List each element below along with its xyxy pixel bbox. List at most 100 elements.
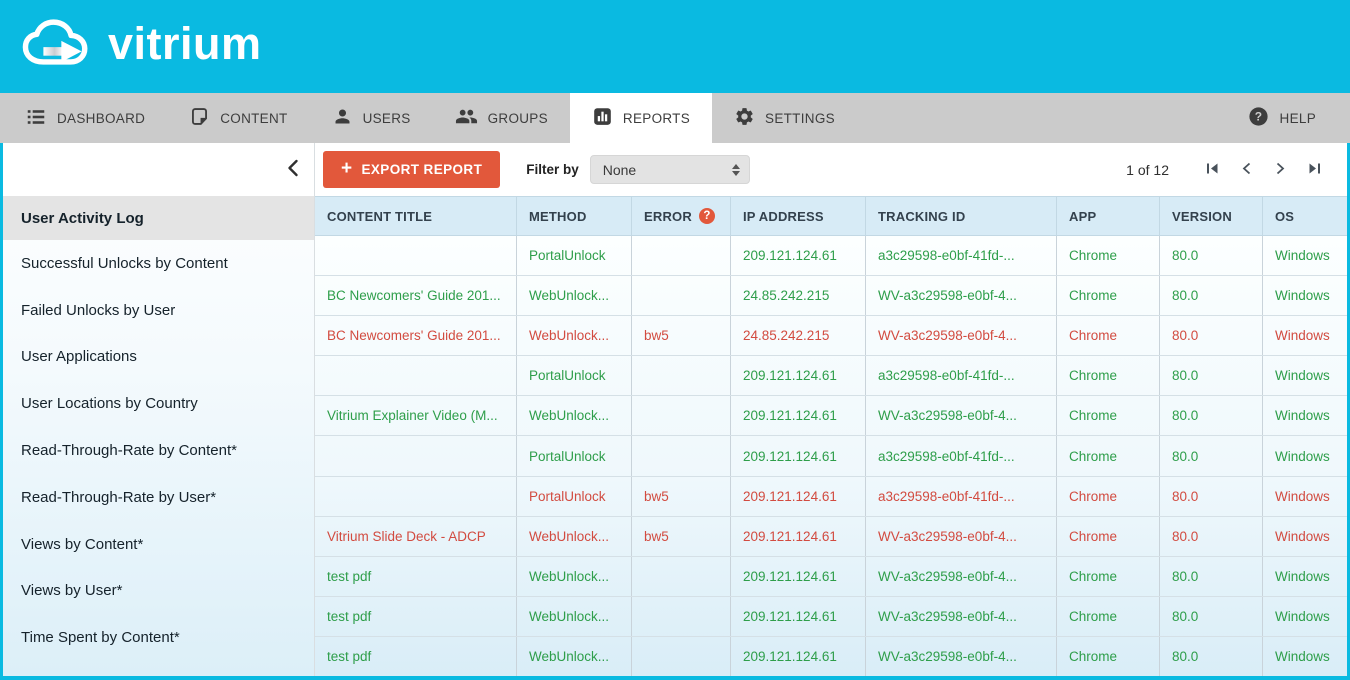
cell-os: Windows: [1275, 528, 1330, 544]
table-row[interactable]: test pdf WebUnlock... 209.121.124.61 WV-a3c…: [315, 636, 1347, 677]
cell-error: [632, 436, 731, 476]
app-window: vitrium DASHBOARD CONTENT USERS GROUPS R…: [0, 0, 1350, 680]
next-page-button[interactable]: [1263, 155, 1297, 185]
table-row[interactable]: test pdf WebUnlock... 209.121.124.61 WV-a3c…: [315, 556, 1347, 597]
cell-content-title: test pdf: [315, 596, 517, 636]
nav-tab-content[interactable]: CONTENT: [167, 93, 309, 143]
table-row[interactable]: PortalUnlock 209.121.124.61 a3c29598-e0bf-…: [315, 356, 1347, 397]
cell-tracking-id: WV-a3c29598-e0bf-4...: [866, 316, 1057, 356]
cloud-arrow-logo-icon: [20, 17, 98, 76]
table-row[interactable]: PortalUnlock 209.121.124.61 a3c29598-e0bf-…: [315, 236, 1347, 277]
cell-version: 80.0: [1160, 636, 1263, 677]
cell-method: PortalUnlock: [517, 476, 632, 516]
cell-app: Chrome: [1057, 236, 1160, 276]
cell-os: Windows: [1275, 568, 1330, 584]
report-main: + EXPORT REPORT Filter by None 1 of 12 C…: [315, 143, 1347, 677]
cell-app: Chrome: [1057, 476, 1160, 516]
cell-app: Chrome: [1057, 636, 1160, 677]
table-row[interactable]: BC Newcomers' Guide 201... WebUnlock... bw…: [315, 316, 1347, 357]
sidebar-item[interactable]: User Applications: [3, 334, 314, 381]
table-row[interactable]: BC Newcomers' Guide 201... WebUnlock... 24…: [315, 276, 1347, 317]
bar-chart-icon: [592, 106, 613, 130]
cell-error: [632, 276, 731, 316]
cell-os: Windows: [1275, 288, 1330, 304]
nav-help[interactable]: ? HELP: [1225, 93, 1338, 143]
previous-page-button[interactable]: [1229, 155, 1263, 185]
nav-tab-dashboard[interactable]: DASHBOARD: [3, 93, 167, 143]
plus-icon: +: [341, 158, 353, 179]
nav-label: GROUPS: [487, 110, 548, 126]
sidebar-item[interactable]: Time Spent by Content*: [3, 614, 314, 661]
cell-content-title: BC Newcomers' Guide 201...: [315, 276, 517, 316]
last-page-button[interactable]: [1297, 155, 1331, 185]
cell-content-title: Vitrium Explainer Video (M...: [315, 396, 517, 436]
cell-tracking-id: a3c29598-e0bf-41fd-...: [866, 236, 1057, 276]
user-icon: [332, 106, 353, 130]
cell-app: Chrome: [1057, 396, 1160, 436]
last-page-icon: [1307, 161, 1322, 179]
nav-tab-settings[interactable]: SETTINGS: [712, 93, 857, 143]
sidebar-item[interactable]: Views by Content*: [3, 521, 314, 568]
nav-tab-groups[interactable]: GROUPS: [433, 93, 570, 143]
sidebar-header: [3, 143, 314, 196]
cell-tracking-id: a3c29598-e0bf-41fd-...: [866, 356, 1057, 396]
sidebar-item[interactable]: User Activity Log: [3, 196, 314, 240]
logo-text: vitrium: [108, 18, 262, 69]
export-report-button[interactable]: + EXPORT REPORT: [323, 151, 501, 188]
filter-select[interactable]: None: [589, 155, 750, 184]
cell-ip-address: 209.121.124.61: [731, 516, 866, 556]
cell-ip-address: 209.121.124.61: [731, 596, 866, 636]
cell-error: [632, 556, 731, 596]
cell-error: bw5: [632, 476, 731, 516]
first-page-button[interactable]: [1195, 155, 1229, 185]
nav-label: CONTENT: [220, 110, 288, 126]
sidebar-item[interactable]: Failed Unlocks by User: [3, 287, 314, 334]
column-header-method: METHOD: [517, 197, 632, 235]
sidebar-item[interactable]: Successful Unlocks by Content: [3, 240, 314, 287]
first-page-icon: [1205, 161, 1220, 179]
svg-text:?: ?: [1254, 110, 1262, 124]
cell-os: Windows: [1275, 488, 1330, 504]
table-row[interactable]: Vitrium Explainer Video (M... WebUnlock..…: [315, 396, 1347, 437]
cell-os: Windows: [1275, 408, 1330, 424]
cell-method: WebUnlock...: [517, 556, 632, 596]
nav-label: SETTINGS: [765, 110, 835, 126]
cell-version: 80.0: [1160, 276, 1263, 316]
cell-content-title: BC Newcomers' Guide 201...: [315, 316, 517, 356]
cell-content-title: [315, 236, 517, 276]
error-help-icon[interactable]: ?: [698, 208, 715, 224]
cell-method: WebUnlock...: [517, 516, 632, 556]
cell-version: 80.0: [1160, 236, 1263, 276]
table-row[interactable]: PortalUnlock bw5 209.121.124.61 a3c29598-e0…: [315, 476, 1347, 517]
cell-ip-address: 209.121.124.61: [731, 636, 866, 677]
cell-os: Windows: [1275, 368, 1330, 384]
column-header-error: ERROR ?: [632, 197, 731, 235]
nav-tab-users[interactable]: USERS: [310, 93, 433, 143]
cell-app: Chrome: [1057, 276, 1160, 316]
cell-content-title: test pdf: [315, 636, 517, 677]
column-header-content-title: CONTENT TITLE: [315, 197, 517, 235]
sidebar-item[interactable]: Views by User*: [3, 568, 314, 615]
reports-sidebar: User Activity Log Successful Unlocks by C…: [3, 143, 315, 676]
cell-method: WebUnlock...: [517, 396, 632, 436]
table-row[interactable]: test pdf WebUnlock... 209.121.124.61 WV-a3c…: [315, 596, 1347, 637]
cell-version: 80.0: [1160, 476, 1263, 516]
column-header-ip-address: IP ADDRESS: [731, 197, 866, 235]
cell-version: 80.0: [1160, 596, 1263, 636]
nav-tab-reports[interactable]: REPORTS: [569, 93, 713, 143]
vitrium-logo[interactable]: vitrium: [20, 17, 262, 76]
cell-error: bw5: [632, 316, 731, 356]
cell-method: PortalUnlock: [517, 236, 632, 276]
table-row[interactable]: PortalUnlock 209.121.124.61 a3c29598-e0bf-…: [315, 436, 1347, 477]
sidebar-collapse-button[interactable]: [279, 157, 305, 183]
sidebar-item[interactable]: Read-Through-Rate by Content*: [3, 427, 314, 474]
users-group-icon: [455, 105, 478, 131]
column-header-os: OS: [1275, 208, 1295, 224]
sidebar-item[interactable]: Read-Through-Rate by User*: [3, 474, 314, 521]
cell-method: WebUnlock...: [517, 636, 632, 677]
table-row[interactable]: Vitrium Slide Deck - ADCP WebUnlock... bw5…: [315, 516, 1347, 557]
column-header-app: APP: [1057, 197, 1160, 235]
sidebar-item[interactable]: User Locations by Country: [3, 380, 314, 427]
cell-os: Windows: [1275, 648, 1330, 664]
cell-version: 80.0: [1160, 556, 1263, 596]
